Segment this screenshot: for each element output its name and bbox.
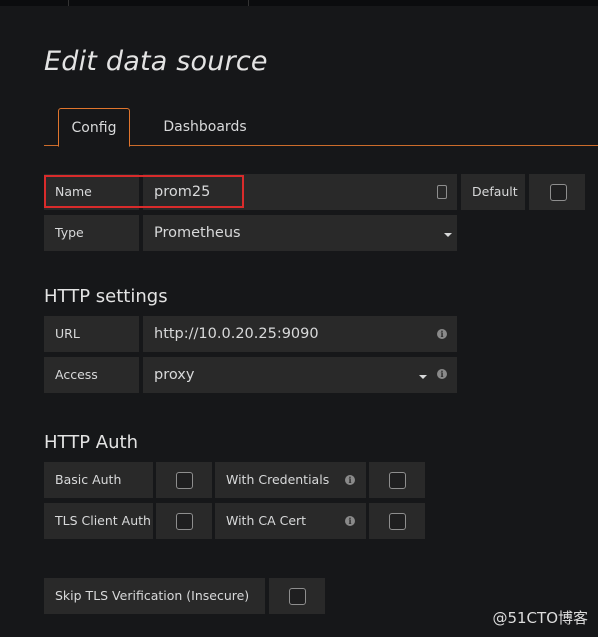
chevron-down-icon[interactable] [444, 233, 452, 237]
with-ca-cert-label: With CA Cert [215, 503, 366, 539]
access-select[interactable]: proxy [143, 357, 457, 393]
password-manager-icon[interactable] [437, 185, 447, 199]
tls-client-auth-checkbox[interactable] [176, 513, 193, 530]
http-auth-heading: HTTP Auth [44, 432, 138, 453]
tab-config[interactable]: Config [58, 108, 130, 147]
type-select[interactable]: Prometheus [143, 215, 457, 251]
tls-client-auth-checkbox-cell[interactable] [156, 503, 212, 539]
with-credentials-checkbox-cell[interactable] [369, 462, 425, 498]
type-label: Type [44, 215, 139, 251]
basic-auth-checkbox[interactable] [176, 472, 193, 489]
tab-dashboards[interactable]: Dashboards [155, 108, 255, 146]
top-navbar [0, 0, 598, 6]
info-icon[interactable]: i [345, 516, 355, 526]
skip-tls-checkbox-cell[interactable] [269, 578, 325, 614]
with-credentials-label: With Credentials [215, 462, 366, 498]
basic-auth-checkbox-cell[interactable] [156, 462, 212, 498]
with-ca-cert-checkbox[interactable] [389, 513, 406, 530]
info-icon[interactable]: i [437, 329, 447, 339]
default-checkbox-cell[interactable] [529, 174, 585, 210]
chevron-down-icon[interactable] [419, 375, 427, 379]
navbar-divider [248, 0, 249, 6]
info-icon[interactable]: i [345, 475, 355, 485]
skip-tls-label: Skip TLS Verification (Insecure) [44, 578, 265, 614]
basic-auth-label: Basic Auth [44, 462, 153, 498]
navbar-divider [68, 0, 69, 6]
url-input[interactable]: http://10.0.20.25:9090 [143, 316, 457, 352]
access-label: Access [44, 357, 139, 393]
name-highlight-box [44, 175, 244, 208]
default-checkbox[interactable] [550, 184, 567, 201]
tls-client-auth-label: TLS Client Auth [44, 503, 153, 539]
page-title: Edit data source [44, 46, 268, 77]
url-label: URL [44, 316, 139, 352]
skip-tls-checkbox[interactable] [289, 588, 306, 605]
with-credentials-checkbox[interactable] [389, 472, 406, 489]
default-label: Default [461, 174, 525, 210]
with-ca-cert-checkbox-cell[interactable] [369, 503, 425, 539]
info-icon[interactable]: i [437, 369, 447, 379]
http-settings-heading: HTTP settings [44, 286, 168, 307]
watermark: @51CTO博客 [492, 609, 588, 627]
